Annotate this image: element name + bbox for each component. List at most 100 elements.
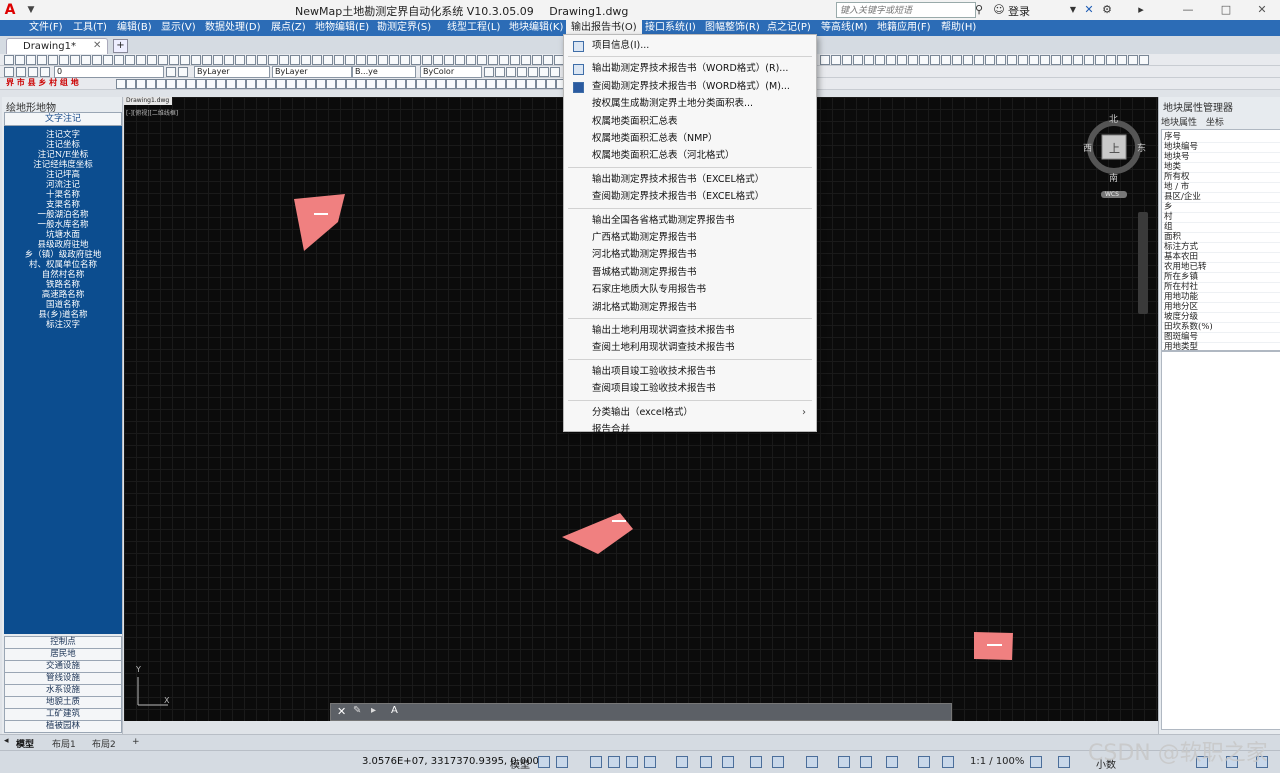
close-tab-icon[interactable]: ✕ <box>93 40 101 51</box>
transparency-icon[interactable] <box>750 756 762 768</box>
menu-item[interactable]: 广西格式勘测定界报告书 <box>564 229 816 246</box>
toolbar-tool-icon[interactable] <box>81 55 91 65</box>
layer-freeze-icon[interactable] <box>40 67 50 77</box>
toolbar-tool-icon[interactable] <box>323 55 333 65</box>
toolbar-tool-icon[interactable] <box>191 55 201 65</box>
symbol-item[interactable]: 国道名称 <box>4 300 122 310</box>
symbol-item[interactable]: 标注汉字 <box>4 320 122 330</box>
symbol-item[interactable]: 高速路名称 <box>4 290 122 300</box>
toolbar-tool-icon[interactable] <box>406 79 416 89</box>
toolbar-tool-icon[interactable] <box>546 79 556 89</box>
model-space-button[interactable]: 模型 <box>510 756 530 771</box>
toolbar-tool-icon[interactable] <box>296 79 306 89</box>
toolbar-tool-icon[interactable] <box>301 55 311 65</box>
toolbar-tool-icon[interactable] <box>146 79 156 89</box>
toolbar-tool-icon[interactable] <box>1062 55 1072 65</box>
toolbar-tool-icon[interactable] <box>517 67 527 77</box>
toolbar-tool-icon[interactable] <box>455 55 465 65</box>
menu-5[interactable]: 展点(Z) <box>266 20 311 36</box>
toolbar-tool-icon[interactable] <box>436 79 446 89</box>
toolbar-tool-icon[interactable] <box>941 55 951 65</box>
symbol-item[interactable]: 河流注记 <box>4 180 122 190</box>
toolbar-tool-icon[interactable] <box>1106 55 1116 65</box>
toolbar-tool-icon[interactable] <box>831 55 841 65</box>
toolbar-tool-icon[interactable] <box>336 79 346 89</box>
gizmo-icon[interactable] <box>886 756 898 768</box>
toolbar-tool-icon[interactable] <box>864 55 874 65</box>
menu-item[interactable]: 按权属生成勘测定界土地分类面积表... <box>564 95 816 112</box>
tab-scroll-icon[interactable]: ◂ <box>4 736 9 746</box>
toolbar-tool-icon[interactable] <box>224 55 234 65</box>
osnap-icon[interactable] <box>676 756 688 768</box>
toolbar-tool-icon[interactable] <box>125 55 135 65</box>
toolbar-tool-icon[interactable] <box>257 55 267 65</box>
grid-icon[interactable] <box>538 756 550 768</box>
left-panel-tab[interactable]: 文字注记 <box>4 112 122 126</box>
layer-select[interactable]: 0 <box>54 66 164 78</box>
toolbar-tool-icon[interactable] <box>367 55 377 65</box>
menu-item[interactable]: 晋城格式勘测定界报告书 <box>564 264 816 281</box>
ortho-icon[interactable] <box>626 756 638 768</box>
toolbar-tool-icon[interactable] <box>346 79 356 89</box>
navigation-bar[interactable] <box>1138 212 1148 314</box>
parcel-1[interactable] <box>294 194 345 251</box>
binoculars-icon[interactable]: ⚲ <box>972 2 986 18</box>
toolbar-tool-icon[interactable] <box>1051 55 1061 65</box>
make-current-icon[interactable] <box>166 67 176 77</box>
tab-parcel-attributes[interactable]: 地块属性 <box>1161 118 1197 128</box>
toolbar-tool-icon[interactable] <box>875 55 885 65</box>
toolbar-tool-icon[interactable] <box>4 55 14 65</box>
symbol-item[interactable]: 一般湖泊名称 <box>4 210 122 220</box>
toolbar-tool-icon[interactable] <box>853 55 863 65</box>
user-icon[interactable]: ☺ <box>992 2 1006 18</box>
tab-layout1[interactable]: 布局1 <box>52 737 76 750</box>
login-dropdown-icon[interactable]: ▼ <box>1068 2 1078 18</box>
toolbar-tool-icon[interactable] <box>506 67 516 77</box>
symbol-item[interactable]: 注记经纬度坐标 <box>4 160 122 170</box>
toolbar-tool-icon[interactable] <box>1084 55 1094 65</box>
toolbar-tool-icon[interactable] <box>136 55 146 65</box>
toolbar-tool-icon[interactable] <box>477 55 487 65</box>
toolbar-tool-icon[interactable] <box>543 55 553 65</box>
menu-item[interactable]: 权属地类面积汇总表（河北格式） <box>564 147 816 164</box>
toolbar-tool-icon[interactable] <box>213 55 223 65</box>
toolbar-tool-icon[interactable] <box>476 79 486 89</box>
toolbar-tool-icon[interactable] <box>236 79 246 89</box>
category-buttons[interactable]: 界 市 县 乡 村 组 地 <box>6 78 79 88</box>
toolbar-tool-icon[interactable] <box>996 55 1006 65</box>
toolbar-tool-icon[interactable] <box>532 55 542 65</box>
menu-8[interactable]: 线型工程(L) <box>442 20 505 36</box>
toolbar-tool-icon[interactable] <box>268 55 278 65</box>
menu-item[interactable]: 查阅项目竣工验收技术报告书 <box>564 380 816 397</box>
menu-item[interactable]: 查阅勘测定界技术报告书（EXCEL格式） <box>564 188 816 205</box>
auto-scale-icon[interactable] <box>942 756 954 768</box>
toolbar-tool-icon[interactable] <box>246 55 256 65</box>
toolbar-tool-icon[interactable] <box>147 55 157 65</box>
symbol-item[interactable]: 坑塘水面 <box>4 230 122 240</box>
toolbar-tool-icon[interactable] <box>426 79 436 89</box>
toolbar-tool-icon[interactable] <box>376 79 386 89</box>
dynamic-ucs-icon[interactable] <box>838 756 850 768</box>
layer-state-icon[interactable] <box>16 67 26 77</box>
toolbar-tool-icon[interactable] <box>433 55 443 65</box>
toolbar-tool-icon[interactable] <box>312 55 322 65</box>
polar-icon[interactable] <box>644 756 656 768</box>
menu-item[interactable]: 输出项目竣工验收技术报告书 <box>564 363 816 380</box>
toolbar-tool-icon[interactable] <box>59 55 69 65</box>
toolbar-tool-icon[interactable] <box>1117 55 1127 65</box>
recent-commands-icon[interactable]: ▸ <box>371 705 376 716</box>
toolbar-tool-icon[interactable] <box>279 55 289 65</box>
toolbar-tool-icon[interactable] <box>488 55 498 65</box>
toolbar-tool-icon[interactable] <box>1095 55 1105 65</box>
snap-icon[interactable] <box>556 756 568 768</box>
menu-item[interactable]: 报告合并 <box>564 421 816 438</box>
menu-3[interactable]: 显示(V) <box>156 20 201 36</box>
toolbar-tool-icon[interactable] <box>366 79 376 89</box>
toolbar-tool-icon[interactable] <box>186 79 196 89</box>
menu-item[interactable]: 输出全国各省格式勘测定界报告书 <box>564 212 816 229</box>
toolbar-tool-icon[interactable] <box>169 55 179 65</box>
toolbar-tool-icon[interactable] <box>974 55 984 65</box>
toolbar-tool-icon[interactable] <box>345 55 355 65</box>
toolbar-tool-icon[interactable] <box>235 55 245 65</box>
toolbar-tool-icon[interactable] <box>550 67 560 77</box>
